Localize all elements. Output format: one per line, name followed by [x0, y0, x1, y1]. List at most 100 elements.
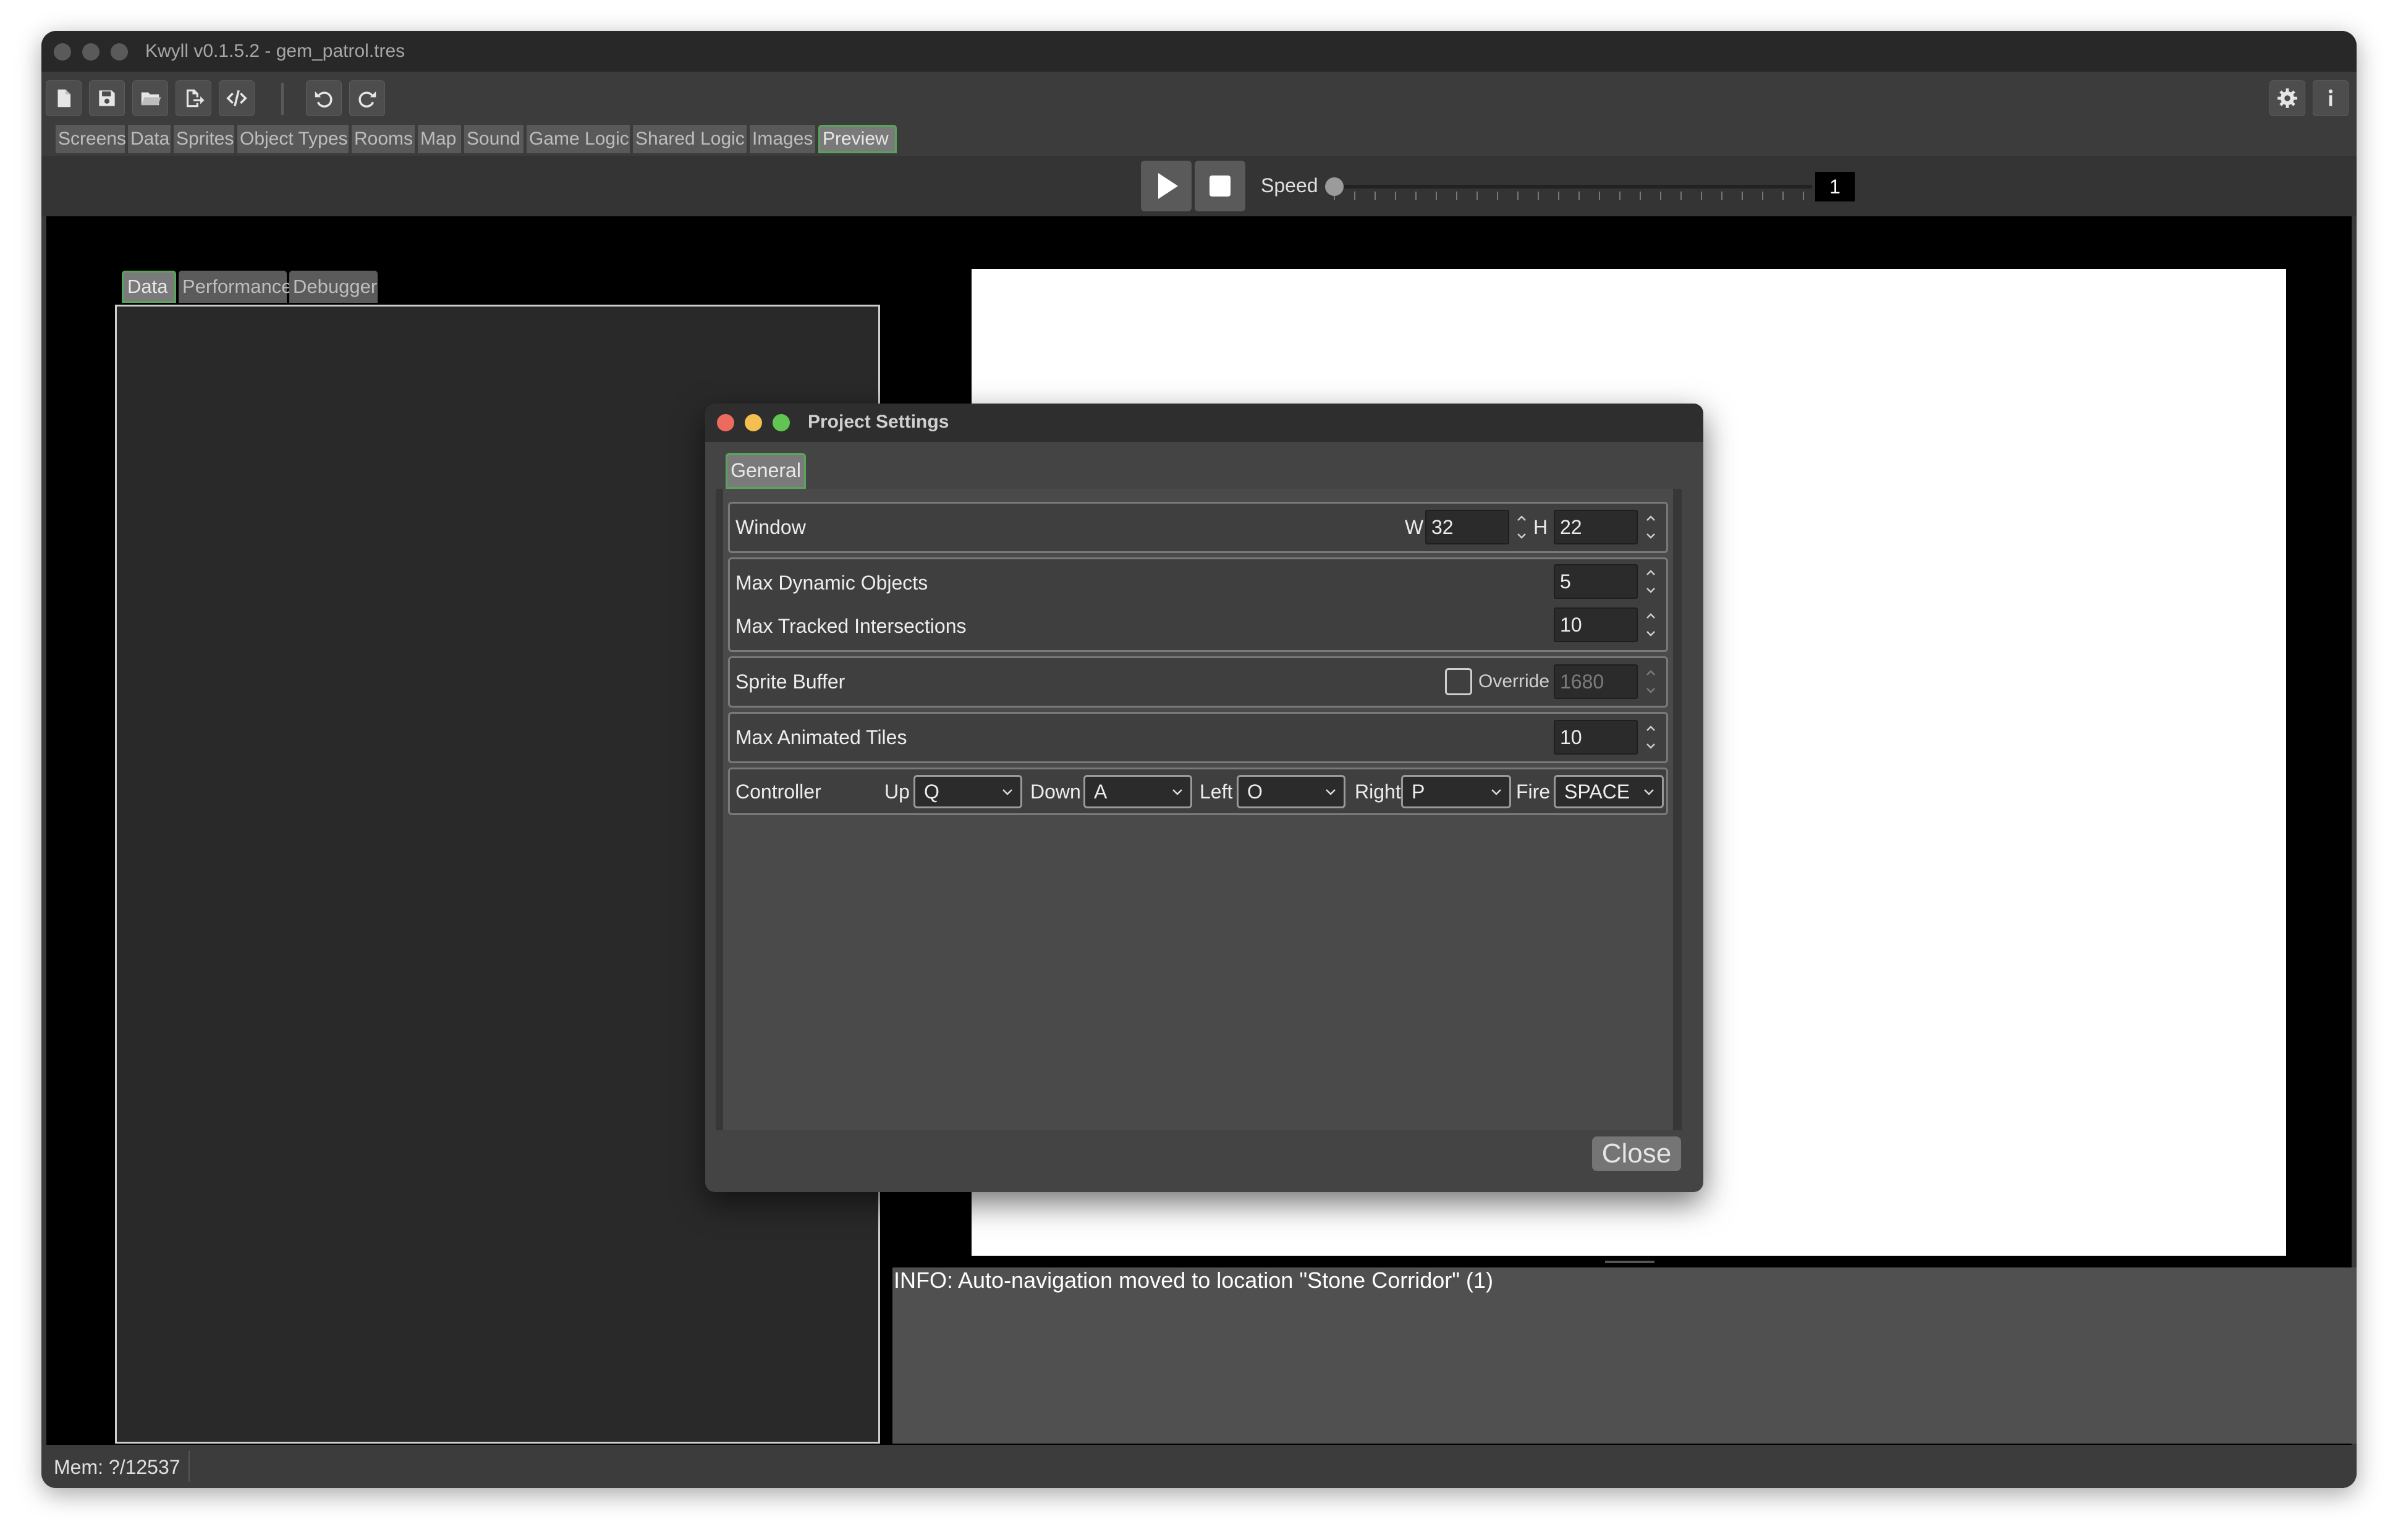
stop-icon: [1210, 176, 1231, 197]
left-select-value: O: [1247, 781, 1263, 803]
slider-tick: [1456, 192, 1457, 200]
slider-tick: [1599, 192, 1600, 200]
speed-slider[interactable]: [1326, 185, 1812, 188]
slider-tick: [1578, 192, 1580, 200]
max-tracked-intersections-label: Max Tracked Intersections: [735, 615, 967, 637]
max-animated-tiles-stepper[interactable]: [1643, 720, 1659, 755]
up-select[interactable]: Q: [913, 775, 1022, 808]
speed-slider-handle[interactable]: [1325, 177, 1344, 196]
undo-icon: [315, 91, 333, 108]
export-icon: [186, 89, 205, 108]
window-minimize-button[interactable]: [82, 43, 100, 61]
console-log: INFO: Auto-navigation moved to location …: [892, 1267, 2357, 1444]
save-button[interactable]: [89, 80, 125, 116]
stop-button[interactable]: [1195, 161, 1245, 211]
info-button[interactable]: [2313, 80, 2349, 116]
width-input[interactable]: 32: [1425, 510, 1509, 544]
window-size-row: Window W 32 H 22: [728, 502, 1668, 553]
height-stepper[interactable]: [1643, 510, 1659, 544]
main-tab-bar: Screens Data Sprites Object Types Rooms …: [41, 122, 2357, 156]
save-icon: [99, 90, 115, 106]
tab-data[interactable]: Data: [128, 125, 171, 153]
speed-value: 1: [1815, 172, 1855, 201]
tab-debugger[interactable]: Debugger: [289, 271, 378, 303]
tab-images[interactable]: Images: [750, 125, 815, 153]
stepper-arrows-icon: [1646, 570, 1655, 593]
settings-panel: Window W 32 H 22 Max Dynamic Objects 5 M…: [723, 489, 1673, 1130]
export-button[interactable]: [176, 80, 211, 116]
chevron-down-icon: [1002, 789, 1012, 795]
tab-rooms[interactable]: Rooms: [352, 125, 415, 153]
max-animated-tiles-input[interactable]: 10: [1554, 720, 1638, 755]
max-dynamic-objects-stepper[interactable]: [1643, 564, 1659, 599]
slider-tick: [1354, 192, 1355, 200]
width-label: W: [1405, 516, 1424, 538]
tab-performance[interactable]: Performance: [179, 271, 292, 303]
down-label: Down: [1030, 781, 1081, 803]
chevron-down-icon: [1644, 789, 1654, 795]
tab-preview[interactable]: Preview: [818, 125, 897, 153]
sprite-buffer-input[interactable]: 1680: [1554, 664, 1638, 699]
play-button[interactable]: [1141, 161, 1192, 211]
code-button[interactable]: [219, 80, 255, 116]
info-icon: [2328, 89, 2333, 106]
down-select-value: A: [1094, 781, 1108, 803]
slider-tick: [1517, 192, 1519, 200]
slider-tick: [1701, 192, 1702, 200]
left-select[interactable]: O: [1237, 775, 1345, 808]
tab-data-panel[interactable]: Data: [122, 271, 176, 303]
slider-tick: [1558, 192, 1559, 200]
tab-screens[interactable]: Screens: [56, 125, 126, 153]
fire-select[interactable]: SPACE: [1554, 775, 1664, 808]
down-select[interactable]: A: [1083, 775, 1192, 808]
stepper-arrows-icon: [1646, 613, 1655, 637]
toolbar: [41, 72, 2357, 122]
override-checkbox[interactable]: [1445, 668, 1472, 695]
height-input[interactable]: 22: [1554, 510, 1638, 544]
tab-object-types[interactable]: Object Types: [237, 125, 349, 153]
redo-icon: [358, 91, 376, 108]
max-tracked-intersections-input[interactable]: 10: [1554, 607, 1638, 642]
chevron-down-icon: [1491, 789, 1501, 795]
slider-tick: [1640, 192, 1641, 200]
tab-map[interactable]: Map: [418, 125, 461, 153]
slider-tick: [1415, 192, 1417, 200]
tab-shared-logic[interactable]: Shared Logic: [633, 125, 747, 153]
new-file-button[interactable]: [46, 80, 82, 116]
settings-button[interactable]: [2269, 80, 2305, 116]
tab-general[interactable]: General: [726, 453, 806, 489]
right-select-value: P: [1412, 781, 1425, 803]
close-button[interactable]: Close: [1592, 1136, 1681, 1171]
dialog-title-bar: Project Settings: [705, 404, 1703, 442]
dialog-close-dot[interactable]: [717, 414, 734, 431]
tab-sprites[interactable]: Sprites: [174, 125, 234, 153]
stepper-arrows-icon: [1646, 670, 1655, 693]
open-folder-icon: [141, 92, 161, 106]
dialog-maximize-dot[interactable]: [773, 414, 790, 431]
window-title: Kwyll v0.1.5.2 - gem_patrol.tres: [145, 41, 405, 61]
tab-sound[interactable]: Sound: [464, 125, 523, 153]
max-dynamic-objects-input[interactable]: 5: [1554, 564, 1638, 599]
width-stepper[interactable]: [1514, 510, 1530, 544]
window-maximize-button[interactable]: [111, 43, 128, 61]
undo-button[interactable]: [306, 80, 342, 116]
left-label: Left: [1200, 781, 1233, 803]
sprite-buffer-stepper[interactable]: [1643, 664, 1659, 699]
window-close-button[interactable]: [54, 43, 71, 61]
chevron-down-icon: [1326, 789, 1336, 795]
slider-tick: [1660, 192, 1661, 200]
code-icon: [226, 90, 247, 107]
slider-tick: [1436, 192, 1437, 200]
dialog-minimize-dot[interactable]: [745, 414, 762, 431]
redo-button[interactable]: [349, 80, 385, 116]
toolbar-separator: [281, 83, 284, 115]
tab-game-logic[interactable]: Game Logic: [527, 125, 630, 153]
playback-bar: Speed 1: [41, 156, 2357, 216]
stepper-arrows-icon: [1646, 726, 1655, 749]
slider-tick: [1742, 192, 1743, 200]
slider-tick: [1803, 192, 1804, 200]
max-tracked-intersections-stepper[interactable]: [1643, 607, 1659, 642]
right-select[interactable]: P: [1401, 775, 1511, 808]
splitter-handle[interactable]: [1605, 1261, 1654, 1263]
open-button[interactable]: [132, 80, 168, 116]
